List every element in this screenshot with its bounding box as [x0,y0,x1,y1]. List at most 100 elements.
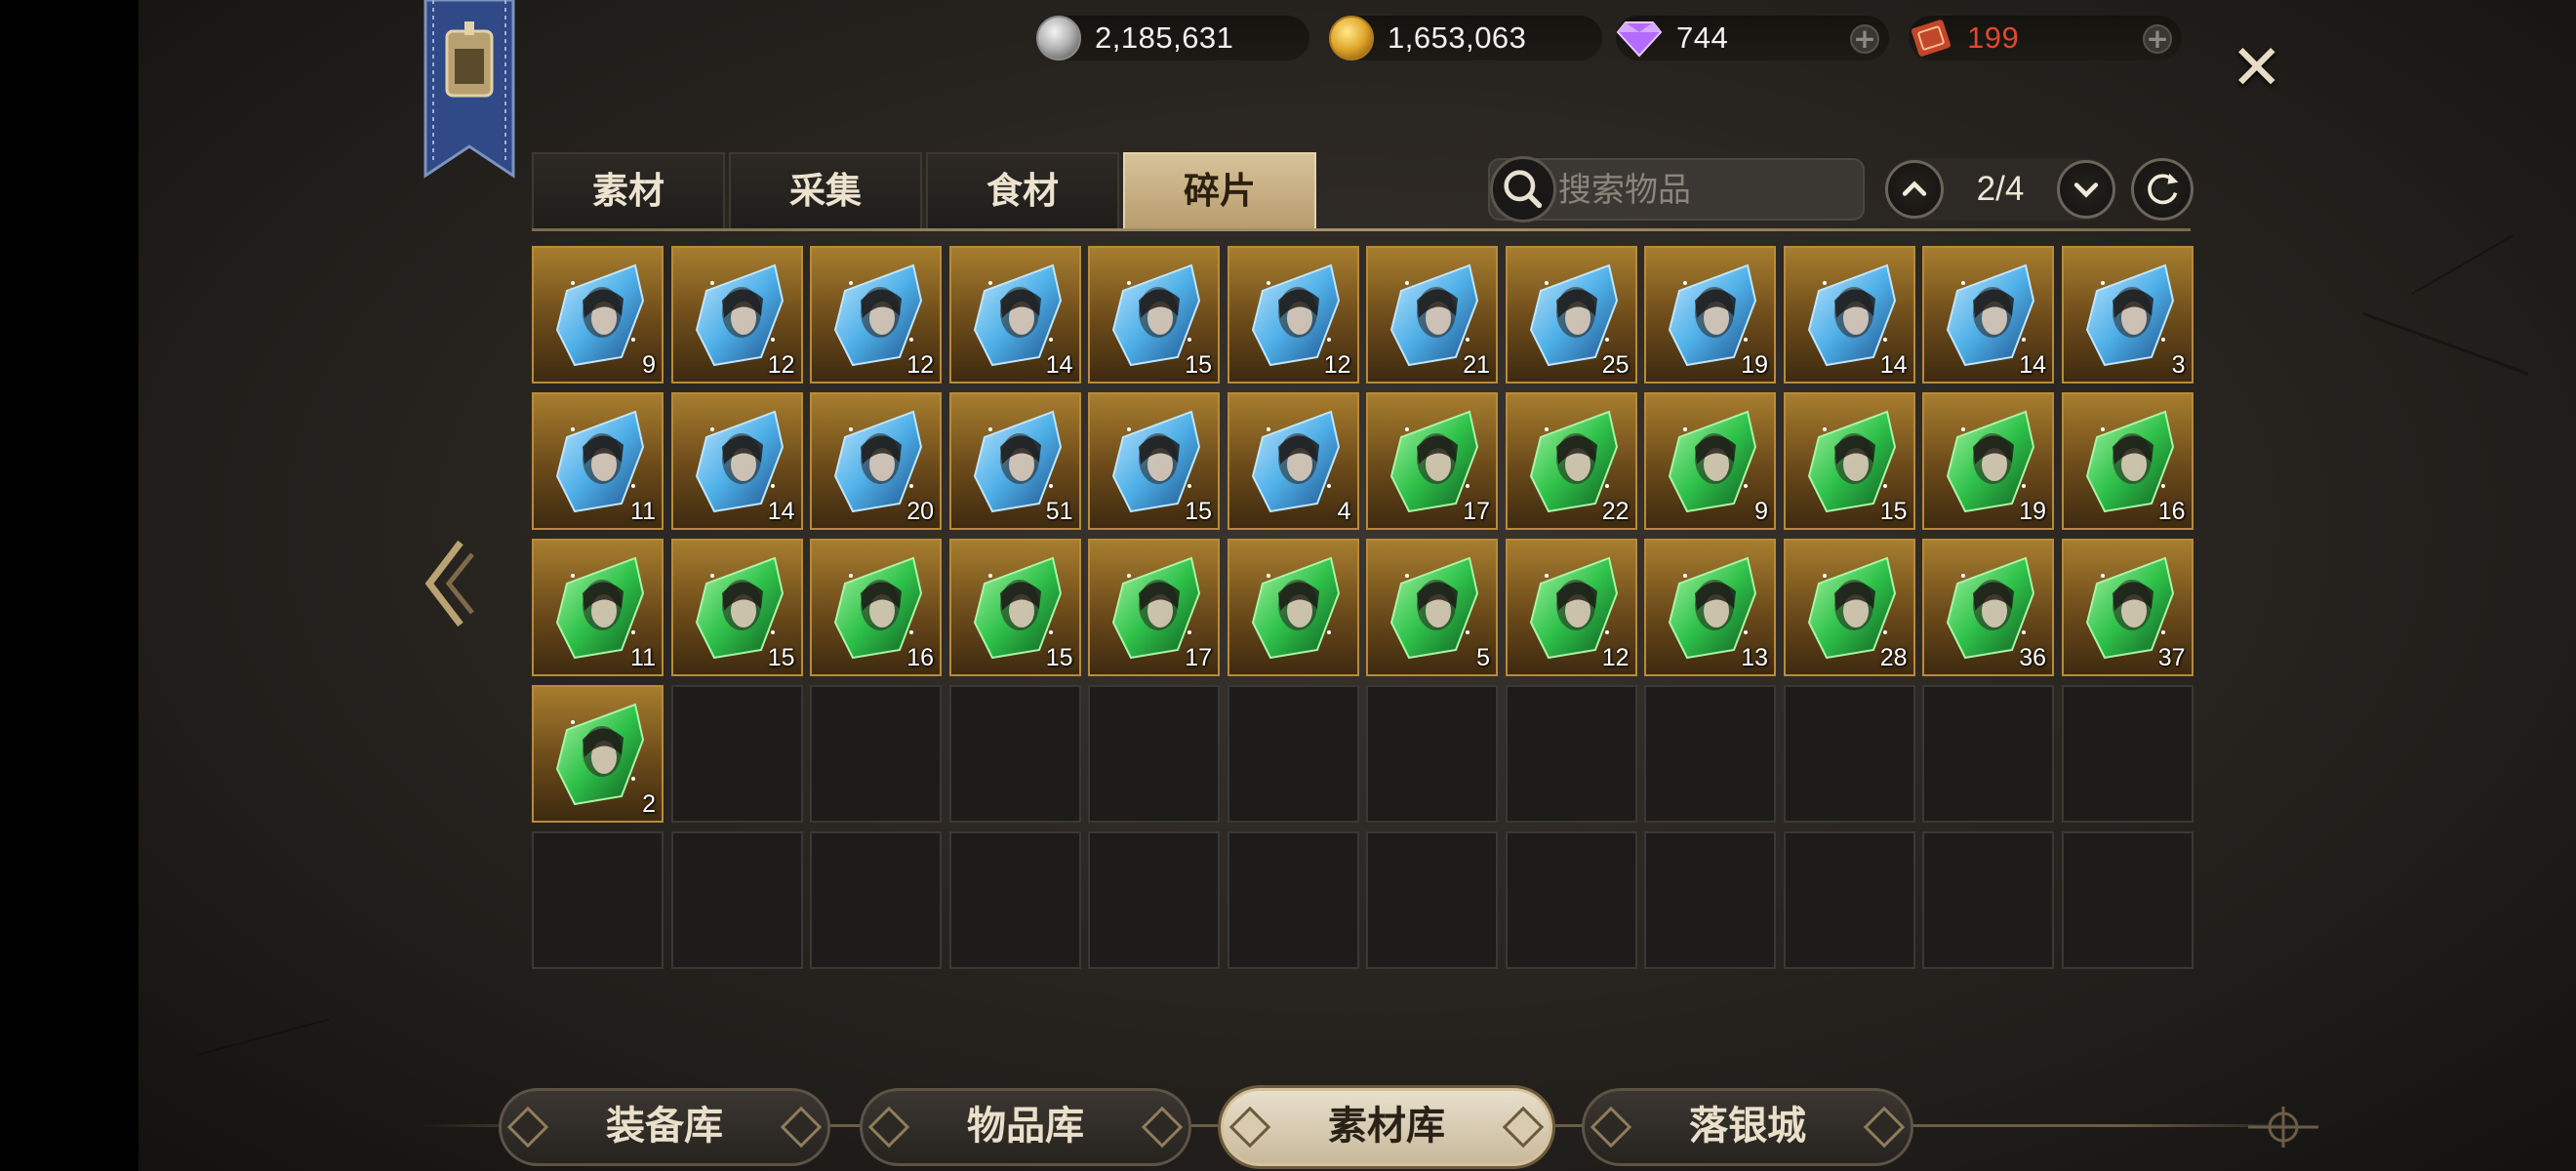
silver-amount: 2,185,631 [1095,20,1234,55]
fragment-slot[interactable]: 36 [1922,539,2054,676]
add-ticket-button[interactable]: + [2143,24,2172,54]
previous-category-arrow[interactable] [420,535,478,632]
add-diamond-button[interactable]: + [1850,24,1879,54]
fragment-slot[interactable]: 37 [2061,539,2194,676]
item-count: 12 [906,351,934,379]
fragment-slot[interactable] [1227,539,1359,676]
tab-ingredients[interactable]: 食材 [926,152,1119,228]
green-hero-shard-icon [1251,556,1340,660]
fragment-slot[interactable]: 28 [1783,539,1915,676]
item-count: 21 [1463,351,1490,379]
fragment-slot[interactable]: 13 [1644,539,1776,676]
item-count: 19 [2019,498,2046,525]
item-count: 15 [1185,351,1212,379]
blue-hero-shard-icon [2085,263,2174,367]
nav-item-storage[interactable]: 物品库 [860,1088,1191,1166]
item-count: 17 [1185,644,1212,671]
fragment-slot[interactable]: 17 [1088,539,1220,676]
fragment-slot[interactable]: 12 [670,246,803,384]
item-count: 20 [906,498,934,525]
nav-equipment-storage[interactable]: 装备库 [499,1088,830,1166]
search-input[interactable] [1558,166,1851,215]
page-indicator: 2/4 [1976,170,2025,208]
tab-materials[interactable]: 素材 [532,152,725,228]
item-count: 14 [2019,351,2046,379]
bg-crack [2362,312,2529,376]
blue-hero-shard-icon [555,263,645,367]
fragment-slot[interactable]: 4 [1227,392,1359,530]
nav-end-ornament [2248,1107,2318,1148]
item-count: 11 [630,498,656,525]
item-count: 25 [1601,351,1630,379]
nav-label: 素材库 [1328,1104,1445,1149]
page-up-button[interactable] [1885,160,1944,219]
close-button[interactable]: ✕ [2231,37,2283,100]
silver-coin-icon [1036,16,1081,61]
item-count: 12 [1601,644,1630,671]
fragment-slot[interactable]: 12 [1505,539,1637,676]
fragment-slot[interactable]: 20 [810,392,942,530]
item-count: 2 [642,790,656,818]
empty-slot [948,685,1081,823]
fragment-slot[interactable]: 9 [532,246,664,384]
fragment-slot[interactable]: 19 [1644,246,1776,384]
fragment-slot[interactable]: 15 [948,539,1081,676]
fragment-slot[interactable]: 16 [2061,392,2194,530]
tab-divider [532,228,2191,231]
nav-ornament [1863,1106,1906,1149]
fragment-slot[interactable]: 16 [810,539,942,676]
fragment-slot[interactable]: 51 [948,392,1081,530]
diamond-icon [1616,21,1663,58]
nav-silverfall-city[interactable]: 落银城 [1582,1088,1913,1166]
fragment-slot[interactable]: 21 [1366,246,1498,384]
page-navigator: 2/4 [1885,158,2115,221]
fragment-slot[interactable]: 15 [1783,392,1915,530]
fragment-slot[interactable]: 25 [1505,246,1637,384]
item-count: 5 [1476,644,1490,671]
currency-gold: 1,653,063 [1329,16,1602,61]
fragment-slot[interactable]: 15 [670,539,803,676]
empty-slot [1088,685,1220,823]
fragment-slot[interactable]: 14 [670,392,803,530]
nav-ornament [1590,1106,1632,1149]
fragment-slot[interactable]: 14 [948,246,1081,384]
fragment-slot[interactable]: 11 [532,539,664,676]
fragment-slot[interactable]: 5 [1366,539,1498,676]
fragment-slot[interactable]: 15 [1088,392,1220,530]
page-down-button[interactable] [2057,160,2115,219]
fragment-slot[interactable]: 12 [810,246,942,384]
nav-ornament [780,1106,823,1149]
gold-amount: 1,653,063 [1388,20,1527,55]
fragment-slot[interactable]: 14 [1783,246,1915,384]
nav-ornament [506,1106,549,1149]
item-count: 14 [767,498,795,525]
fragment-slot[interactable]: 11 [532,392,664,530]
fragment-slot[interactable]: 17 [1366,392,1498,530]
item-count: 9 [1754,498,1768,525]
item-count: 12 [767,351,795,379]
item-count: 19 [1741,351,1768,379]
item-count: 51 [1045,498,1073,525]
nav-ornament [1228,1106,1271,1149]
item-count: 17 [1463,498,1490,525]
fragment-slot[interactable]: 3 [2061,246,2194,384]
item-count: 15 [1185,498,1212,525]
fragment-slot[interactable]: 22 [1505,392,1637,530]
item-count: 15 [1879,498,1908,525]
tab-fragments[interactable]: 碎片 [1123,152,1316,228]
fragment-slot[interactable]: 9 [1644,392,1776,530]
item-count: 9 [642,351,656,379]
refresh-button[interactable] [2131,158,2194,221]
green-hero-shard-icon [1668,410,1757,513]
nav-material-storage[interactable]: 素材库 [1221,1088,1552,1166]
fragment-slot[interactable]: 12 [1227,246,1359,384]
green-hero-shard-icon [555,703,645,806]
fragment-slot[interactable]: 15 [1088,246,1220,384]
tab-gathering[interactable]: 采集 [729,152,922,228]
nav-ornament [1502,1106,1545,1149]
fragment-slot[interactable]: 2 [532,685,664,823]
search-icon[interactable] [1490,156,1556,222]
fragment-slot[interactable]: 19 [1922,392,2054,530]
fragment-slot[interactable]: 14 [1922,246,2054,384]
currency-ticket: 199 + [1909,16,2182,61]
